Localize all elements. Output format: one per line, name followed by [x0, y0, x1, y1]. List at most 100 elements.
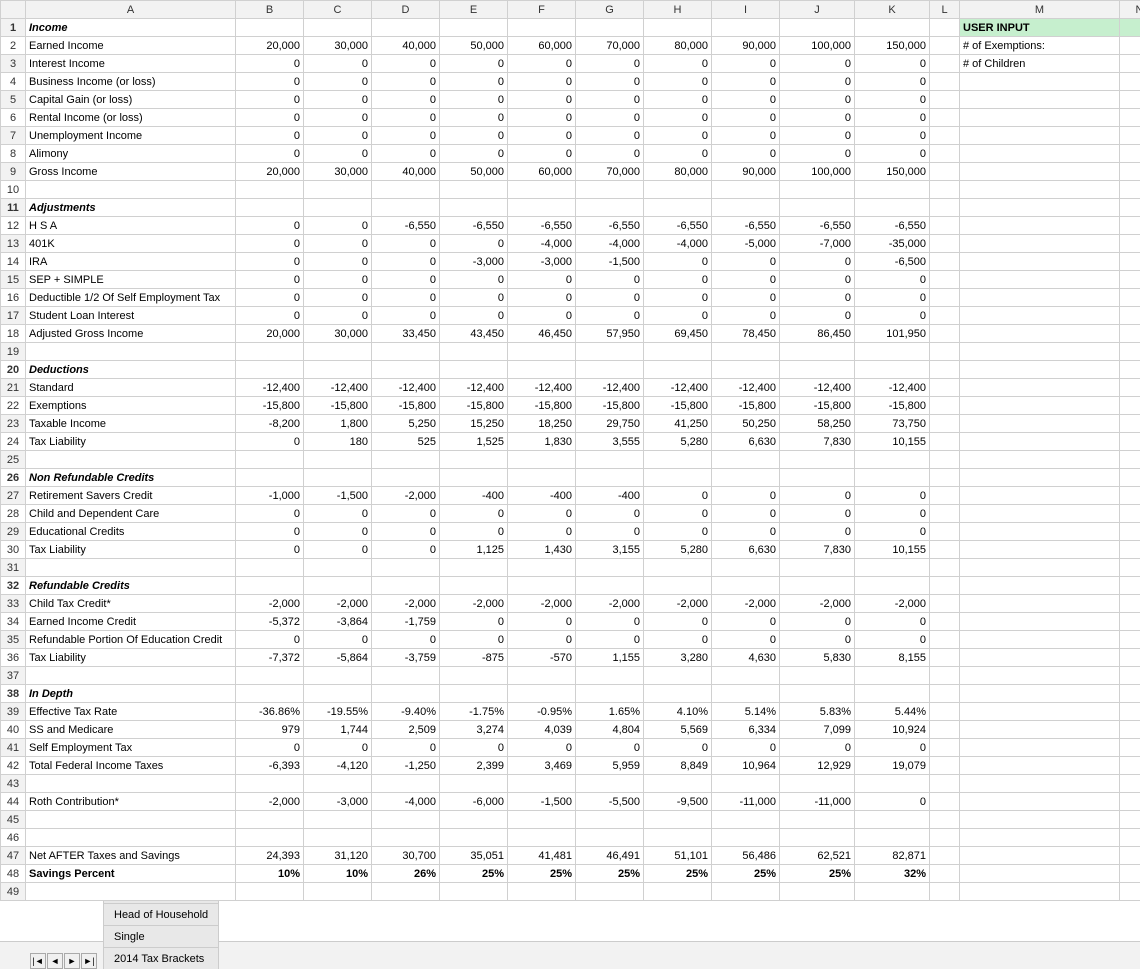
cell-c-38[interactable] — [304, 685, 372, 703]
cell-k-8[interactable]: 0 — [855, 145, 930, 163]
cell-c-46[interactable] — [304, 829, 372, 847]
cell-b-30[interactable]: 0 — [236, 541, 304, 559]
cell-k-12[interactable]: -6,550 — [855, 217, 930, 235]
cell-i-34[interactable]: 0 — [712, 613, 780, 631]
cell-e-31[interactable] — [440, 559, 508, 577]
cell-j-39[interactable]: 5.83% — [780, 703, 855, 721]
cell-a-21[interactable]: Standard — [26, 379, 236, 397]
cell-h-3[interactable]: 0 — [644, 55, 712, 73]
cell-k-10[interactable] — [855, 181, 930, 199]
cell-b-6[interactable]: 0 — [236, 109, 304, 127]
cell-c-17[interactable]: 0 — [304, 307, 372, 325]
cell-f-1[interactable] — [508, 19, 576, 37]
cell-j-22[interactable]: -15,800 — [780, 397, 855, 415]
cell-b-21[interactable]: -12,400 — [236, 379, 304, 397]
cell-a-6[interactable]: Rental Income (or loss) — [26, 109, 236, 127]
cell-i-3[interactable]: 0 — [712, 55, 780, 73]
cell-c-4[interactable]: 0 — [304, 73, 372, 91]
cell-h-41[interactable]: 0 — [644, 739, 712, 757]
cell-f-23[interactable]: 18,250 — [508, 415, 576, 433]
cell-g-22[interactable]: -15,800 — [576, 397, 644, 415]
cell-a-34[interactable]: Earned Income Credit — [26, 613, 236, 631]
cell-f-27[interactable]: -400 — [508, 487, 576, 505]
cell-i-26[interactable] — [712, 469, 780, 487]
cell-k-9[interactable]: 150,000 — [855, 163, 930, 181]
cell-k-4[interactable]: 0 — [855, 73, 930, 91]
cell-f-28[interactable]: 0 — [508, 505, 576, 523]
cell-d-49[interactable] — [372, 883, 440, 901]
cell-c-40[interactable]: 1,744 — [304, 721, 372, 739]
cell-i-5[interactable]: 0 — [712, 91, 780, 109]
cell-b-49[interactable] — [236, 883, 304, 901]
cell-i-42[interactable]: 10,964 — [712, 757, 780, 775]
cell-g-7[interactable]: 0 — [576, 127, 644, 145]
cell-f-8[interactable]: 0 — [508, 145, 576, 163]
cell-i-20[interactable] — [712, 361, 780, 379]
cell-g-43[interactable] — [576, 775, 644, 793]
cell-f-11[interactable] — [508, 199, 576, 217]
cell-a-46[interactable] — [26, 829, 236, 847]
cell-k-40[interactable]: 10,924 — [855, 721, 930, 739]
cell-b-23[interactable]: -8,200 — [236, 415, 304, 433]
cell-c-12[interactable]: 0 — [304, 217, 372, 235]
cell-f-16[interactable]: 0 — [508, 289, 576, 307]
cell-d-48[interactable]: 26% — [372, 865, 440, 883]
cell-j-32[interactable] — [780, 577, 855, 595]
cell-k-24[interactable]: 10,155 — [855, 433, 930, 451]
cell-c-11[interactable] — [304, 199, 372, 217]
cell-i-11[interactable] — [712, 199, 780, 217]
cell-d-33[interactable]: -2,000 — [372, 595, 440, 613]
cell-f-33[interactable]: -2,000 — [508, 595, 576, 613]
cell-g-11[interactable] — [576, 199, 644, 217]
cell-b-27[interactable]: -1,000 — [236, 487, 304, 505]
cell-e-19[interactable] — [440, 343, 508, 361]
cell-g-47[interactable]: 46,491 — [576, 847, 644, 865]
cell-f-10[interactable] — [508, 181, 576, 199]
cell-g-2[interactable]: 70,000 — [576, 37, 644, 55]
cell-k-31[interactable] — [855, 559, 930, 577]
cell-d-26[interactable] — [372, 469, 440, 487]
cell-e-15[interactable]: 0 — [440, 271, 508, 289]
cell-c-42[interactable]: -4,120 — [304, 757, 372, 775]
cell-j-1[interactable] — [780, 19, 855, 37]
cell-g-33[interactable]: -2,000 — [576, 595, 644, 613]
cell-k-6[interactable]: 0 — [855, 109, 930, 127]
tab-2014-tax-brackets[interactable]: 2014 Tax Brackets — [103, 947, 219, 969]
cell-g-23[interactable]: 29,750 — [576, 415, 644, 433]
cell-h-6[interactable]: 0 — [644, 109, 712, 127]
cell-d-18[interactable]: 33,450 — [372, 325, 440, 343]
cell-f-6[interactable]: 0 — [508, 109, 576, 127]
cell-e-21[interactable]: -12,400 — [440, 379, 508, 397]
cell-h-30[interactable]: 5,280 — [644, 541, 712, 559]
cell-j-28[interactable]: 0 — [780, 505, 855, 523]
cell-d-23[interactable]: 5,250 — [372, 415, 440, 433]
cell-i-33[interactable]: -2,000 — [712, 595, 780, 613]
cell-e-46[interactable] — [440, 829, 508, 847]
cell-a-49[interactable] — [26, 883, 236, 901]
cell-e-40[interactable]: 3,274 — [440, 721, 508, 739]
cell-f-4[interactable]: 0 — [508, 73, 576, 91]
cell-b-16[interactable]: 0 — [236, 289, 304, 307]
cell-a-35[interactable]: Refundable Portion Of Education Credit — [26, 631, 236, 649]
cell-f-18[interactable]: 46,450 — [508, 325, 576, 343]
cell-d-32[interactable] — [372, 577, 440, 595]
cell-k-32[interactable] — [855, 577, 930, 595]
cell-g-21[interactable]: -12,400 — [576, 379, 644, 397]
cell-g-16[interactable]: 0 — [576, 289, 644, 307]
cell-h-38[interactable] — [644, 685, 712, 703]
cell-e-38[interactable] — [440, 685, 508, 703]
cell-j-29[interactable]: 0 — [780, 523, 855, 541]
cell-e-30[interactable]: 1,125 — [440, 541, 508, 559]
cell-k-20[interactable] — [855, 361, 930, 379]
cell-c-36[interactable]: -5,864 — [304, 649, 372, 667]
cell-e-28[interactable]: 0 — [440, 505, 508, 523]
cell-d-19[interactable] — [372, 343, 440, 361]
cell-a-10[interactable] — [26, 181, 236, 199]
cell-i-9[interactable]: 90,000 — [712, 163, 780, 181]
cell-k-30[interactable]: 10,155 — [855, 541, 930, 559]
cell-k-38[interactable] — [855, 685, 930, 703]
cell-h-7[interactable]: 0 — [644, 127, 712, 145]
cell-b-47[interactable]: 24,393 — [236, 847, 304, 865]
cell-i-29[interactable]: 0 — [712, 523, 780, 541]
cell-g-35[interactable]: 0 — [576, 631, 644, 649]
